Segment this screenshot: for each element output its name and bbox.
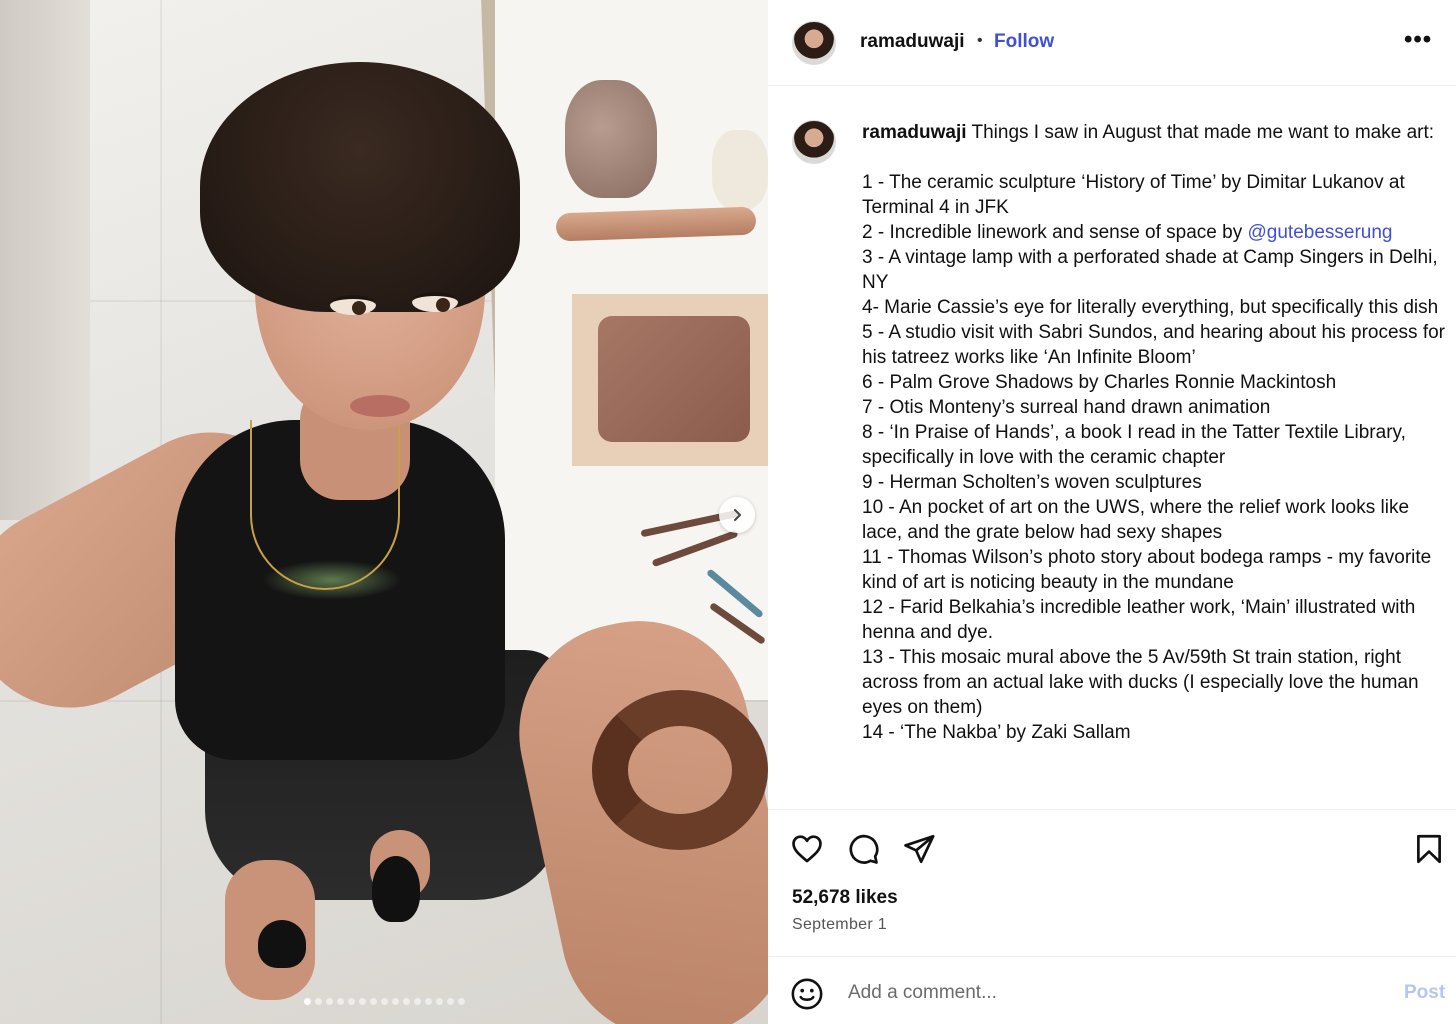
- more-options-icon[interactable]: •••: [1404, 26, 1432, 54]
- caption-text: ramaduwaji Things I saw in August that m…: [862, 120, 1452, 745]
- list-item: 6 - Palm Grove Shadows by Charles Ronnie…: [862, 372, 1337, 393]
- avatar[interactable]: [792, 120, 836, 164]
- post-photo[interactable]: [0, 0, 768, 1024]
- follow-button[interactable]: Follow: [994, 31, 1054, 53]
- list-item: 4- Marie Cassie’s eye for literally ever…: [862, 297, 1439, 318]
- comment-bar: Post: [768, 956, 1456, 1024]
- list-item: 5 - A studio visit with Sabri Sundos, an…: [862, 322, 1445, 368]
- carousel-dot[interactable]: [369, 998, 377, 1005]
- comment-input[interactable]: [848, 975, 1368, 1011]
- photo-necklace: [250, 420, 400, 590]
- carousel-dot[interactable]: [347, 998, 355, 1005]
- carousel-dot[interactable]: [402, 998, 410, 1005]
- carousel-dot[interactable]: [457, 998, 465, 1005]
- photo-boot: [258, 920, 306, 968]
- photo-bangle: [592, 690, 768, 850]
- photo-lips: [350, 395, 410, 417]
- list-item: 14 - ‘The Nakba’ by Zaki Sallam: [862, 722, 1131, 743]
- post-comment-button[interactable]: Post: [1404, 982, 1445, 1004]
- post-date: September 1: [792, 916, 887, 933]
- bookmark-icon[interactable]: [1412, 832, 1446, 866]
- carousel-dot[interactable]: [391, 998, 399, 1005]
- caption-intro: ramaduwaji Things I saw in August that m…: [862, 120, 1452, 145]
- avatar[interactable]: [792, 21, 836, 65]
- comment-bubble-icon[interactable]: [846, 832, 880, 866]
- list-item: 1 - The ceramic sculpture ‘History of Ti…: [862, 172, 1405, 218]
- photo-cloth: [712, 130, 768, 210]
- carousel-dot[interactable]: [380, 998, 388, 1005]
- list-item: 8 - ‘In Praise of Hands’, a book I read …: [862, 422, 1406, 468]
- photo-hair: [200, 62, 520, 312]
- list-item: 3 - A vintage lamp with a perforated sha…: [862, 247, 1438, 293]
- mention-link[interactable]: @gutebesserung: [1248, 222, 1393, 243]
- list-item-text: 2 - Incredible linework and sense of spa…: [862, 222, 1248, 243]
- carousel-dot[interactable]: [435, 998, 443, 1005]
- carousel-dot[interactable]: [303, 998, 311, 1005]
- smiley-icon[interactable]: [790, 977, 824, 1011]
- likes-count[interactable]: 52,678 likes: [792, 887, 898, 909]
- heart-icon[interactable]: [790, 832, 824, 866]
- caption-intro-text: Things I saw in August that made me want…: [971, 122, 1435, 143]
- list-item: 12 - Farid Belkahia’s incredible leather…: [862, 597, 1416, 643]
- chevron-right-icon: [734, 509, 741, 521]
- carousel-dot[interactable]: [424, 998, 432, 1005]
- caption-area: ramaduwaji Things I saw in August that m…: [768, 86, 1456, 810]
- list-item: 10 - An pocket of art on the UWS, where …: [862, 497, 1410, 543]
- paper-plane-icon[interactable]: [902, 832, 936, 866]
- photo-clay-slab: [598, 316, 750, 442]
- carousel-dot[interactable]: [358, 998, 366, 1005]
- photo-clay-bag: [565, 80, 657, 198]
- photo-wall: [0, 0, 90, 520]
- photo-eye: [330, 295, 376, 315]
- post-username[interactable]: ramaduwaji: [860, 31, 965, 53]
- list-item: 11 - Thomas Wilson’s photo story about b…: [862, 547, 1432, 593]
- list-item: 2 - Incredible linework and sense of spa…: [862, 220, 1452, 245]
- photo-boot: [372, 856, 420, 922]
- action-bar: [768, 810, 1456, 886]
- separator-dot: •: [977, 32, 983, 49]
- carousel-dot[interactable]: [336, 998, 344, 1005]
- caption-username[interactable]: ramaduwaji: [862, 122, 967, 143]
- post-header: ramaduwaji • Follow •••: [768, 0, 1456, 86]
- photo-eye: [412, 292, 458, 312]
- carousel-dots: [0, 998, 768, 1005]
- list-item: 9 - Herman Scholten’s woven sculptures: [862, 472, 1202, 493]
- carousel-dot[interactable]: [325, 998, 333, 1005]
- carousel-dot[interactable]: [446, 998, 454, 1005]
- list-item: 13 - This mosaic mural above the 5 Av/59…: [862, 647, 1419, 718]
- list-item: 7 - Otis Monteny’s surreal hand drawn an…: [862, 397, 1271, 418]
- caption-gap: [862, 145, 1452, 170]
- carousel-dot[interactable]: [413, 998, 421, 1005]
- post-side-panel: ramaduwaji • Follow ••• ramaduwaji Thing…: [768, 0, 1456, 1024]
- carousel-dot[interactable]: [314, 998, 322, 1005]
- carousel-next-button[interactable]: [719, 497, 755, 533]
